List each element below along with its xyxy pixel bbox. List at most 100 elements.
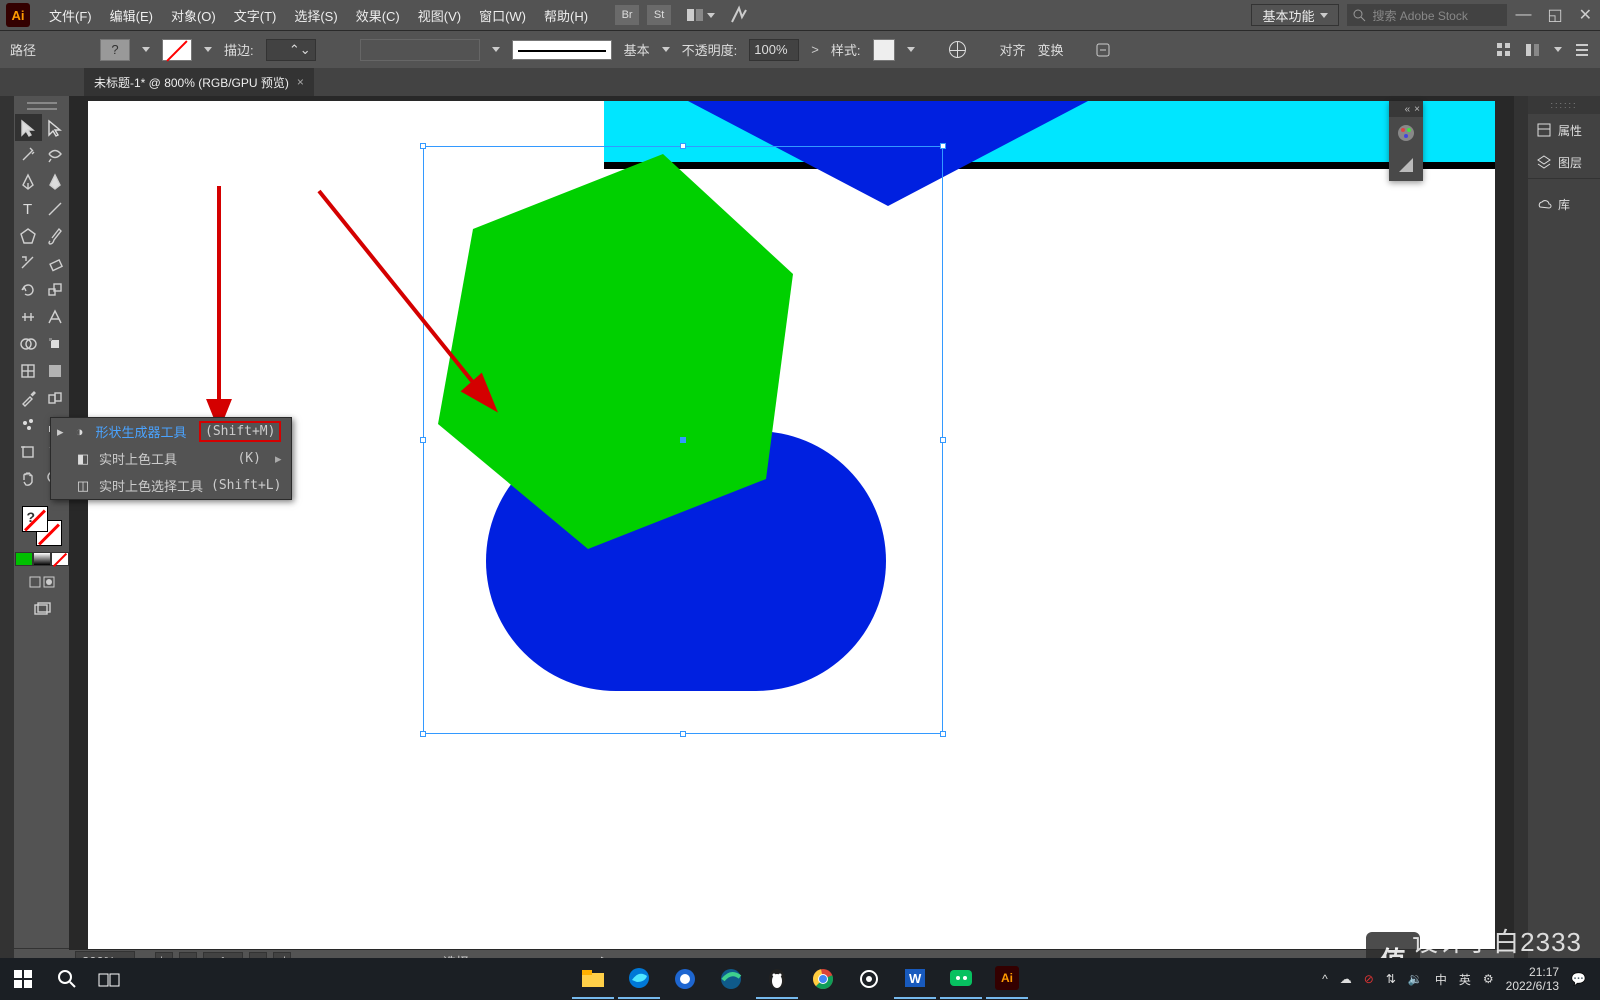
panel-grip[interactable]: :::::: (1528, 96, 1600, 114)
none-mode-button[interactable] (51, 552, 69, 566)
align-panel-icon[interactable] (1524, 42, 1542, 58)
maximize-button[interactable]: ◱ (1547, 5, 1562, 25)
onedrive-icon[interactable]: ☁ (1340, 972, 1352, 986)
mesh-tool[interactable] (15, 357, 42, 384)
stock-button[interactable]: St (647, 5, 671, 25)
menu-window[interactable]: 窗口(W) (470, 0, 535, 30)
flyout-live-paint-select[interactable]: ◫ 实时上色选择工具 (Shift+L) (51, 472, 291, 499)
panel-menu-icon[interactable] (1574, 44, 1590, 56)
symbol-tool[interactable] (15, 411, 42, 438)
stroke-swatch[interactable] (162, 39, 192, 61)
penguin-taskbar-icon[interactable] (756, 959, 798, 999)
explorer-taskbar-icon[interactable] (572, 959, 614, 999)
color-mode-button[interactable] (15, 552, 33, 566)
grid-view-icon[interactable] (1496, 42, 1512, 58)
layers-panel-button[interactable]: 图层 (1528, 146, 1600, 178)
search-taskbar-icon[interactable] (46, 959, 88, 999)
align-label[interactable]: 对齐 (1000, 40, 1026, 59)
type-tool[interactable]: T (15, 195, 42, 222)
isolate-icon[interactable] (1094, 41, 1112, 59)
brush-profile[interactable] (512, 40, 612, 60)
stroke-weight-input[interactable]: ⌃⌄ (266, 39, 316, 61)
close-button[interactable]: ✕ (1579, 5, 1592, 25)
transform-label[interactable]: 变换 (1038, 40, 1064, 59)
opacity-input[interactable]: 100% (749, 39, 799, 61)
ime-indicator-2[interactable]: 英 (1459, 971, 1471, 988)
gradient-tool[interactable] (42, 357, 69, 384)
eraser-tool[interactable] (42, 249, 69, 276)
flyout-live-paint[interactable]: ◧ 实时上色工具 (K) ▸ (51, 445, 291, 472)
tray-chevron-icon[interactable]: ^ (1322, 972, 1328, 986)
direct-selection-tool[interactable] (42, 114, 69, 141)
swatches-panel-icon[interactable] (1389, 149, 1423, 181)
browser-taskbar-icon[interactable] (664, 959, 706, 999)
menu-object[interactable]: 对象(O) (162, 0, 225, 30)
bridge-button[interactable]: Br (615, 5, 639, 25)
close-tab-icon[interactable]: × (297, 75, 304, 89)
brush-tool[interactable] (42, 222, 69, 249)
start-button[interactable] (0, 958, 46, 1000)
draw-behind-icon[interactable] (43, 576, 55, 588)
menu-edit[interactable]: 编辑(E) (101, 0, 162, 30)
arrange-button[interactable] (683, 5, 707, 25)
selection-tool[interactable] (15, 114, 42, 141)
menu-select[interactable]: 选择(S) (285, 0, 346, 30)
workspace-switcher[interactable]: 基本功能 (1251, 4, 1339, 26)
pen-tool[interactable] (15, 168, 42, 195)
canvas-area[interactable]: «× 800% |◂ ◂ 1 ▸ ▸| 选择 ▶ (69, 96, 1514, 972)
properties-panel-button[interactable]: 属性 (1528, 114, 1600, 146)
settings-taskbar-icon[interactable] (848, 959, 890, 999)
gpu-icon[interactable] (729, 5, 749, 25)
wechat-taskbar-icon[interactable] (940, 959, 982, 999)
minimize-button[interactable]: — (1515, 6, 1531, 24)
fill-stroke-control[interactable]: ? (22, 506, 62, 546)
eyedropper-tool[interactable] (15, 384, 42, 411)
shaper-tool[interactable] (15, 249, 42, 276)
menu-view[interactable]: 视图(V) (409, 0, 470, 30)
menu-type[interactable]: 文字(T) (225, 0, 286, 30)
curvature-tool[interactable] (42, 168, 69, 195)
artboard-tool[interactable] (15, 438, 42, 465)
word-taskbar-icon[interactable]: W (894, 959, 936, 999)
chrome-taskbar-icon[interactable] (802, 959, 844, 999)
edge-taskbar-icon[interactable] (618, 959, 660, 999)
gradient-mode-button[interactable] (33, 552, 51, 566)
hand-tool[interactable] (15, 465, 42, 492)
flyout-shape-builder[interactable]: ▸ ◑ 形状生成器工具 (Shift+M) (51, 418, 291, 445)
network-icon[interactable]: ⇅ (1386, 972, 1396, 986)
perspective-tool[interactable] (42, 330, 69, 357)
toolbox-fill-swatch[interactable]: ? (22, 506, 48, 532)
scale-tool[interactable] (42, 276, 69, 303)
notifications-icon[interactable]: 💬 (1571, 972, 1586, 986)
stroke-profile[interactable] (360, 39, 480, 61)
fill-swatch[interactable]: ? (100, 39, 130, 61)
menu-file[interactable]: 文件(F) (40, 0, 101, 30)
menu-help[interactable]: 帮助(H) (535, 0, 597, 30)
illustrator-taskbar-icon[interactable]: Ai (986, 959, 1028, 999)
color-mini-panel[interactable]: «× (1389, 101, 1423, 181)
ime-settings-icon[interactable]: ⚙ (1483, 972, 1494, 986)
document-tab[interactable]: 未标题-1* @ 800% (RGB/GPU 预览) × (84, 68, 314, 96)
libraries-panel-button[interactable]: 库 (1528, 188, 1600, 220)
rotate-tool[interactable] (15, 276, 42, 303)
recolor-icon[interactable] (949, 41, 966, 58)
style-swatch[interactable] (873, 39, 895, 61)
blend-tool[interactable] (42, 384, 69, 411)
shape-tool[interactable] (15, 222, 42, 249)
color-panel-icon[interactable] (1389, 117, 1423, 149)
volume-icon[interactable]: 🔉 (1408, 972, 1423, 986)
line-tool[interactable] (42, 195, 69, 222)
close-icon[interactable]: × (1414, 104, 1420, 115)
screen-mode-button[interactable] (28, 596, 55, 623)
taskbar-clock[interactable]: 21:17 2022/6/13 (1506, 965, 1559, 994)
ime-indicator-1[interactable]: 中 (1435, 971, 1447, 988)
width-tool[interactable] (15, 303, 42, 330)
search-input[interactable]: 搜索 Adobe Stock (1347, 4, 1507, 26)
draw-normal-icon[interactable] (29, 576, 41, 588)
lasso-tool[interactable] (42, 141, 69, 168)
magic-wand-tool[interactable] (15, 141, 42, 168)
shape-builder-tool[interactable] (15, 330, 42, 357)
menu-effect[interactable]: 效果(C) (347, 0, 409, 30)
task-view-icon[interactable] (88, 959, 130, 999)
free-transform-tool[interactable] (42, 303, 69, 330)
